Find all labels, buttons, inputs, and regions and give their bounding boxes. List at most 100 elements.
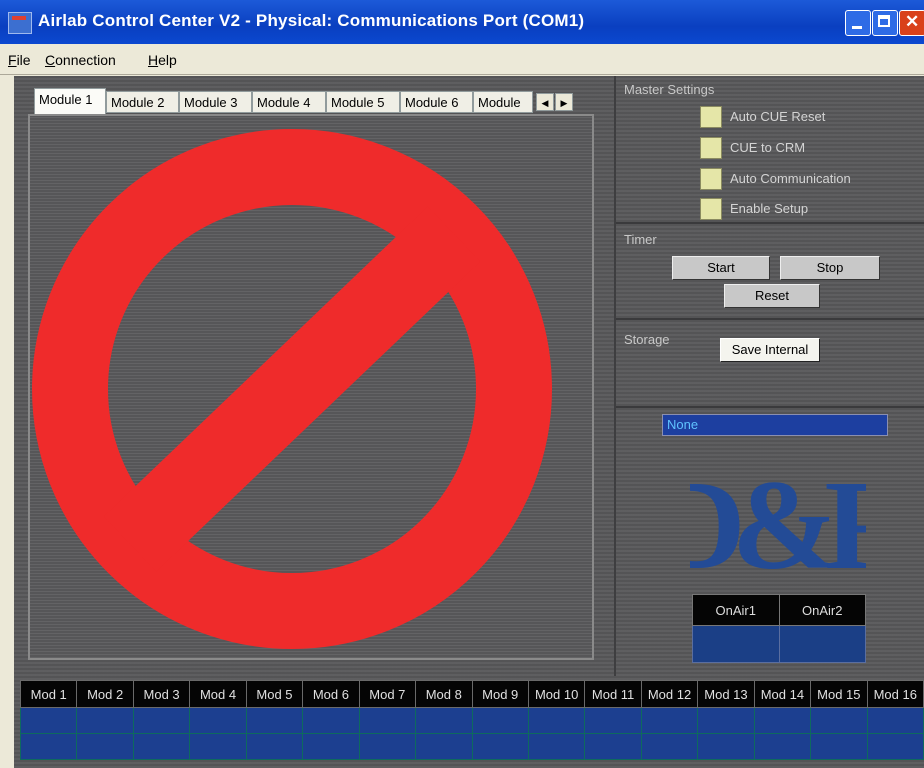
status-field[interactable]: None <box>662 414 888 436</box>
grid-cell[interactable] <box>640 733 699 760</box>
tab-module-6[interactable]: Module 6 <box>400 91 473 113</box>
mod-13-header: Mod 13 <box>697 680 755 708</box>
auto-communication-checkbox[interactable] <box>700 168 722 190</box>
grid-cell[interactable] <box>697 707 755 734</box>
prohibited-icon <box>32 129 552 649</box>
menu-bar: File Connection Help <box>0 44 924 75</box>
grid-cell[interactable] <box>189 733 247 760</box>
onair-table: OnAir1 OnAir2 <box>692 594 866 663</box>
main-window-content: Module 1 Module 2 Module 3 Module 4 Modu… <box>14 76 924 768</box>
grid-cell[interactable] <box>245 707 304 734</box>
tab-module-3[interactable]: Module 3 <box>179 91 252 113</box>
mod-16-header: Mod 16 <box>866 680 924 708</box>
grid-cell[interactable] <box>471 707 529 734</box>
onair2-header: OnAir2 <box>778 594 866 626</box>
mod-6-header: Mod 6 <box>302 680 360 708</box>
grid-cell[interactable] <box>358 733 417 760</box>
master-settings-label: Master Settings <box>624 82 715 97</box>
module-grid-row <box>19 707 924 734</box>
timer-label: Timer <box>624 232 657 247</box>
grid-cell[interactable] <box>527 733 586 760</box>
grid-cell[interactable] <box>358 707 417 734</box>
timer-section: Timer Start Stop Reset <box>616 226 924 320</box>
grid-cell[interactable] <box>866 733 924 760</box>
grid-cell[interactable] <box>132 707 191 734</box>
grid-cell[interactable] <box>132 733 191 760</box>
mod-8-header: Mod 8 <box>415 680 473 708</box>
auto-communication-label: Auto Communication <box>730 171 851 186</box>
grid-cell[interactable] <box>810 733 868 760</box>
close-icon: ✕ <box>905 12 920 31</box>
app-icon[interactable] <box>8 12 32 34</box>
stop-button[interactable]: Stop <box>780 256 880 280</box>
grid-cell[interactable] <box>584 707 642 734</box>
window-title: Airlab Control Center V2 - Physical: Com… <box>38 11 585 30</box>
mod-14-header: Mod 14 <box>753 680 812 708</box>
mod-4-header: Mod 4 <box>189 680 247 708</box>
module-grid-header-row: Mod 1 Mod 2 Mod 3 Mod 4 Mod 5 Mod 6 Mod … <box>19 680 924 708</box>
auto-cue-reset-checkbox[interactable] <box>700 106 722 128</box>
grid-cell[interactable] <box>245 733 304 760</box>
mod-1-header: Mod 1 <box>19 680 78 708</box>
start-button[interactable]: Start <box>672 256 770 280</box>
control-panel: Master Settings Auto CUE Reset CUE to CR… <box>614 76 924 676</box>
mod-10-header: Mod 10 <box>527 680 586 708</box>
grid-cell[interactable] <box>697 733 755 760</box>
mod-5-header: Mod 5 <box>245 680 304 708</box>
cue-to-crm-checkbox[interactable] <box>700 137 722 159</box>
grid-cell[interactable] <box>302 733 360 760</box>
mod-3-header: Mod 3 <box>132 680 191 708</box>
grid-cell[interactable] <box>415 707 473 734</box>
menu-connection[interactable]: Connection <box>45 52 116 68</box>
mod-9-header: Mod 9 <box>471 680 529 708</box>
tab-scroll-left-icon[interactable]: ◀ <box>536 93 554 111</box>
onair1-cell[interactable] <box>692 625 780 663</box>
grid-cell[interactable] <box>866 707 924 734</box>
title-bar[interactable]: Airlab Control Center V2 - Physical: Com… <box>0 0 924 44</box>
menu-file[interactable]: File <box>8 52 31 68</box>
tab-module-2[interactable]: Module 2 <box>106 91 179 113</box>
master-settings-section: Master Settings Auto CUE Reset CUE to CR… <box>616 76 924 224</box>
tab-module-7[interactable]: Module <box>473 91 533 113</box>
module-view <box>28 114 594 660</box>
tab-scroll-right-icon[interactable]: ▶ <box>555 93 573 111</box>
mod-2-header: Mod 2 <box>76 680 134 708</box>
module-panel: Module 1 Module 2 Module 3 Module 4 Modu… <box>14 76 614 676</box>
maximize-button[interactable] <box>872 10 898 36</box>
mod-15-header: Mod 15 <box>810 680 868 708</box>
menu-help[interactable]: Help <box>148 52 177 68</box>
mod-11-header: Mod 11 <box>584 680 642 708</box>
storage-section: Storage Save Internal <box>616 322 924 408</box>
enable-setup-label: Enable Setup <box>730 201 809 216</box>
onair1-header: OnAir1 <box>692 594 780 626</box>
grid-cell[interactable] <box>640 707 699 734</box>
grid-cell[interactable] <box>753 733 812 760</box>
module-grid: Mod 1 Mod 2 Mod 3 Mod 4 Mod 5 Mod 6 Mod … <box>19 680 924 760</box>
tab-module-4[interactable]: Module 4 <box>252 91 326 113</box>
grid-cell[interactable] <box>584 733 642 760</box>
grid-cell[interactable] <box>19 707 78 734</box>
save-internal-button[interactable]: Save Internal <box>720 338 820 362</box>
tab-module-1[interactable]: Module 1 <box>34 88 106 114</box>
grid-cell[interactable] <box>810 707 868 734</box>
tab-module-5[interactable]: Module 5 <box>326 91 400 113</box>
onair2-cell[interactable] <box>778 625 866 663</box>
enable-setup-checkbox[interactable] <box>700 198 722 220</box>
mod-12-header: Mod 12 <box>640 680 699 708</box>
minimize-button[interactable] <box>845 10 871 36</box>
dr-logo: D&R <box>690 456 866 580</box>
grid-cell[interactable] <box>527 707 586 734</box>
cue-to-crm-label: CUE to CRM <box>730 140 806 155</box>
grid-cell[interactable] <box>189 707 247 734</box>
storage-label: Storage <box>624 332 670 347</box>
close-button[interactable]: ✕ <box>899 10 924 36</box>
grid-cell[interactable] <box>76 733 134 760</box>
grid-cell[interactable] <box>753 707 812 734</box>
reset-button[interactable]: Reset <box>724 284 820 308</box>
mod-7-header: Mod 7 <box>358 680 417 708</box>
grid-cell[interactable] <box>302 707 360 734</box>
grid-cell[interactable] <box>415 733 473 760</box>
grid-cell[interactable] <box>76 707 134 734</box>
grid-cell[interactable] <box>19 733 78 760</box>
grid-cell[interactable] <box>471 733 529 760</box>
